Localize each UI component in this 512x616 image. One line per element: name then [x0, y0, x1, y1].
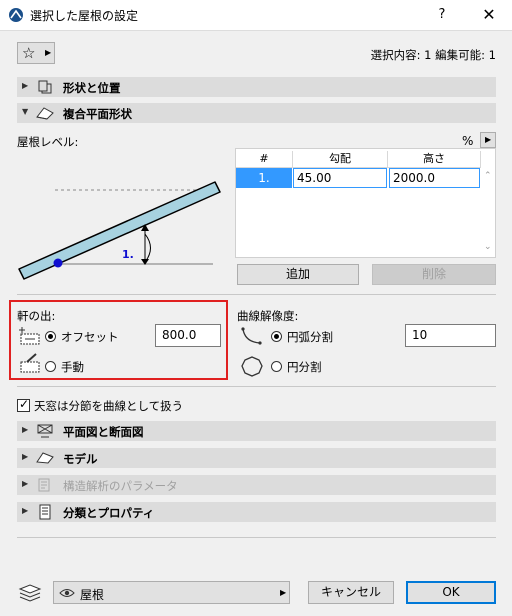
- play-arrow-icon: ▶: [280, 588, 287, 597]
- layer-name: 屋根: [80, 588, 105, 602]
- section-label: 平面図と断面図: [63, 425, 144, 439]
- play-arrow-icon: ▶: [45, 48, 52, 57]
- section-complex-shape[interactable]: ▼ 複合平面形状: [17, 103, 496, 123]
- scroll-up-icon[interactable]: ⌃: [484, 171, 492, 181]
- roof-level-label: 屋根レベル:: [17, 135, 79, 149]
- circle-segments-radio[interactable]: [271, 361, 282, 372]
- selection-info: 選択内容: 1 編集可能: 1: [370, 48, 496, 62]
- section-classification-properties[interactable]: ▶ 分類とプロパティ: [17, 502, 496, 522]
- unit-label: %: [462, 134, 474, 148]
- play-arrow-icon: ▶: [485, 135, 492, 144]
- expand-arrow-icon: ▶: [22, 81, 29, 90]
- eye-icon: [59, 589, 75, 597]
- offset-label: オフセット: [61, 330, 119, 344]
- separator: [17, 537, 496, 538]
- angle-arc: [144, 233, 151, 263]
- title-bar: 選択した屋根の設定 ? ✕: [0, 0, 512, 31]
- eaves-offset-icon: [19, 327, 40, 345]
- expand-arrow-icon: ▶: [22, 452, 29, 461]
- arc-segments-icon: [241, 327, 262, 345]
- expand-arrow-icon: ▶: [22, 425, 29, 434]
- roof-shape-icon: [36, 107, 54, 120]
- pitch-cell[interactable]: 45.00: [293, 168, 387, 188]
- collapse-arrow-icon: ▼: [22, 107, 29, 116]
- structural-analysis-icon: [38, 478, 50, 492]
- curve-resolution-label: 曲線解像度:: [237, 309, 299, 323]
- row-number: 1.: [236, 168, 292, 188]
- add-button[interactable]: 追加: [237, 264, 359, 285]
- separator: [17, 294, 496, 295]
- manual-radio[interactable]: [45, 361, 56, 372]
- expand-arrow-icon: ▶: [22, 479, 29, 488]
- skylight-checkbox-label: 天窓は分節を曲線として扱う: [34, 399, 184, 413]
- section-label: 構造解析のパラメータ: [63, 479, 178, 493]
- arc-segments-input[interactable]: 10: [405, 324, 496, 347]
- roof-level-table[interactable]: # 勾配 高さ 1. 45.00 2000.0 ⌃ ⌄: [235, 148, 496, 258]
- section-floor-plan-section[interactable]: ▶ 平面図と断面図: [17, 421, 496, 441]
- archicad-app-icon: [9, 8, 23, 22]
- checkmark-icon: ✓: [19, 397, 30, 411]
- section-label: 分類とプロパティ: [63, 506, 155, 520]
- eaves-manual-icon: [20, 353, 40, 373]
- arc-segments-radio[interactable]: [271, 331, 282, 342]
- table-scrollbar[interactable]: ⌃ ⌄: [481, 168, 495, 257]
- favorites-button[interactable]: ☆ ▶: [17, 42, 55, 64]
- document-icon: [39, 504, 51, 520]
- section-model[interactable]: ▶ モデル: [17, 448, 496, 468]
- section-shape-position[interactable]: ▶ 形状と位置: [17, 77, 496, 97]
- col-header-height: 高さ: [388, 151, 481, 168]
- star-icon: ☆: [22, 44, 36, 62]
- section-label: 複合平面形状: [63, 107, 132, 121]
- model-icon: [36, 452, 54, 464]
- window-title: 選択した屋根の設定: [30, 9, 139, 23]
- circle-segments-label: 円分割: [287, 360, 322, 374]
- arc-segments-label: 円弧分割: [287, 330, 333, 344]
- section-label: 形状と位置: [63, 81, 121, 95]
- unit-menu-button[interactable]: ▶: [480, 132, 496, 148]
- section-label: モデル: [63, 452, 98, 466]
- col-header-pitch: 勾配: [293, 151, 388, 168]
- col-header-num: #: [236, 151, 293, 168]
- expand-arrow-icon: ▶: [22, 506, 29, 515]
- pivot-point: [53, 258, 63, 268]
- separator: [17, 386, 496, 387]
- skylight-checkbox[interactable]: ✓: [17, 397, 30, 412]
- layer-selector[interactable]: 屋根 ▶: [53, 581, 290, 604]
- roof-pitch-diagram: 1.: [18, 181, 221, 280]
- eaves-label: 軒の出:: [17, 309, 56, 323]
- table-row[interactable]: 1. 45.00 2000.0: [236, 168, 480, 188]
- cancel-button[interactable]: キャンセル: [308, 581, 394, 604]
- delete-button[interactable]: 削除: [372, 264, 496, 285]
- manual-label: 手動: [61, 360, 84, 374]
- ok-button[interactable]: OK: [406, 581, 496, 604]
- shape-position-icon: [38, 80, 52, 94]
- scroll-down-icon[interactable]: ⌄: [484, 242, 492, 252]
- close-button[interactable]: ✕: [478, 4, 500, 26]
- level-number-label: 1.: [122, 248, 134, 261]
- floor-plan-icon: [37, 424, 53, 438]
- height-cell[interactable]: 2000.0: [389, 168, 480, 188]
- help-button[interactable]: ?: [431, 4, 453, 26]
- offset-input[interactable]: 800.0: [155, 324, 221, 347]
- layers-icon: [18, 584, 42, 602]
- section-structural-analysis: ▶ 構造解析のパラメータ: [17, 475, 496, 495]
- offset-radio[interactable]: [45, 331, 56, 342]
- circle-segments-icon: [241, 356, 263, 377]
